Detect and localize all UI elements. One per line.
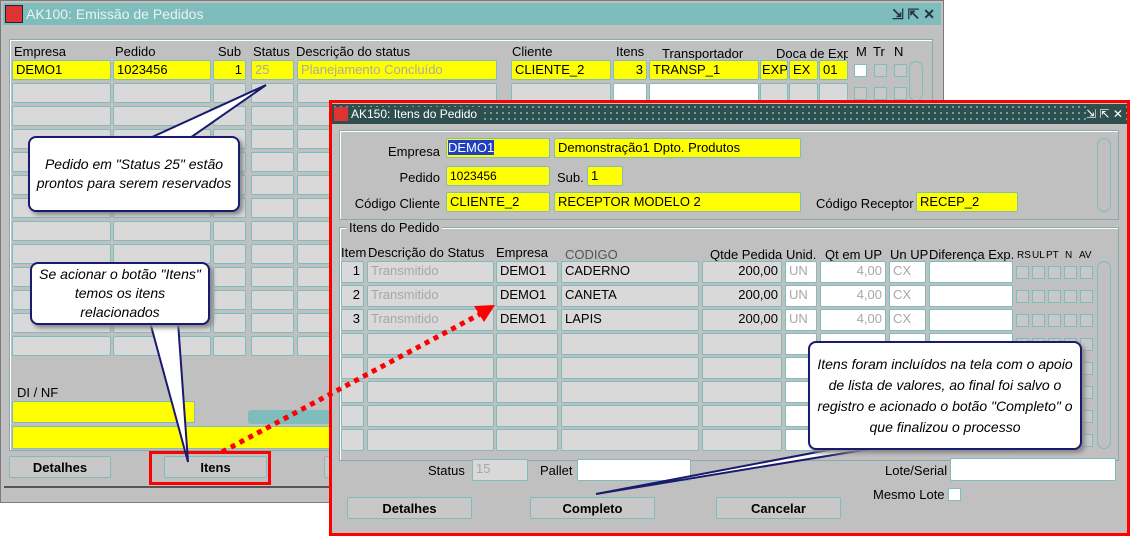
completo-callout-pointer <box>595 443 901 495</box>
red-dotted-arrow <box>220 310 484 455</box>
status-callout: Pedido em "Status 25" estão prontos para… <box>28 136 240 212</box>
completo-callout: Itens foram incluídos na tela com o apoi… <box>808 341 1082 450</box>
itens-callout-pointer <box>148 321 189 463</box>
status-callout-pointer <box>149 84 267 139</box>
itens-callout: Se acionar o botão "Itens" temos os iten… <box>30 262 210 325</box>
